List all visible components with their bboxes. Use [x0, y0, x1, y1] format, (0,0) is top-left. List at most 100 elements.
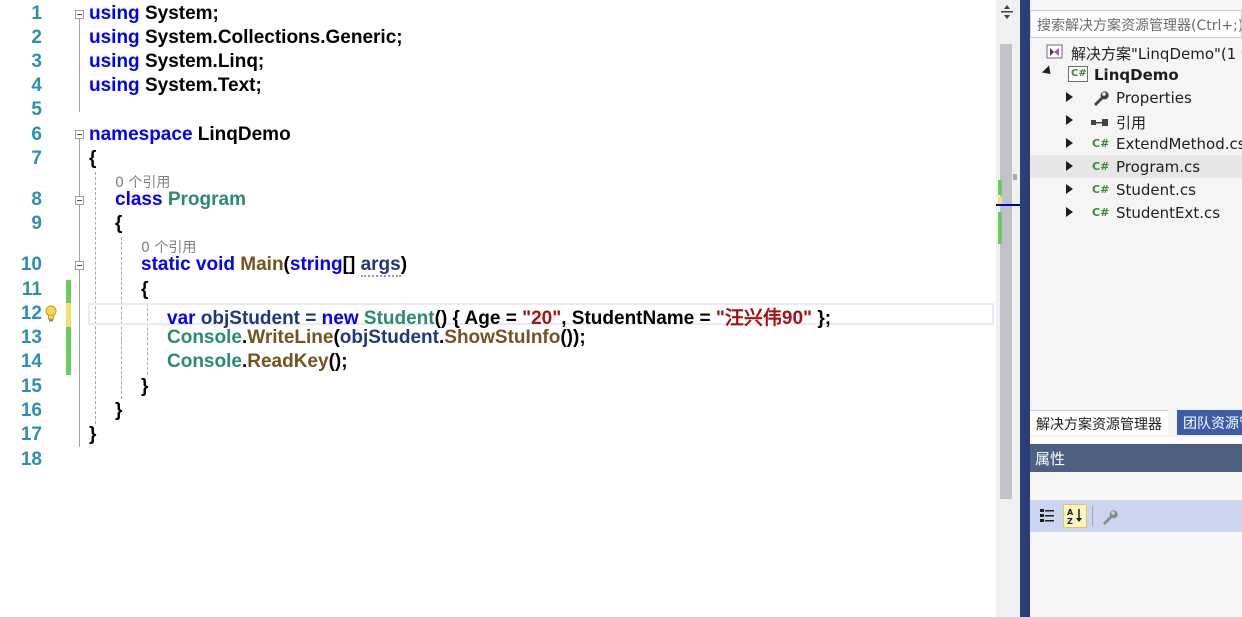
tree-item-file[interactable]: Program.cs	[1116, 158, 1200, 176]
outline-line	[79, 139, 80, 447]
collapse-toggle[interactable]	[75, 261, 84, 270]
code-editor[interactable]: 1 2 3 4 5 6 7 8 9 10 11 12 13 14 15 16 1…	[0, 0, 996, 617]
tab-team-explorer[interactable]: 团队资源管理器	[1177, 410, 1242, 435]
type-name: Console	[167, 351, 242, 372]
collapse-toggle[interactable]	[75, 130, 84, 139]
categorized-icon[interactable]	[1035, 504, 1059, 528]
collapse-toggle[interactable]	[75, 10, 84, 19]
variable-name: objStudent =	[195, 308, 322, 329]
tree-item-file[interactable]: Student.cs	[1116, 181, 1196, 199]
svg-text:A: A	[1067, 508, 1074, 517]
line-number: 5	[31, 99, 42, 120]
code-line-7[interactable]: {	[89, 148, 96, 170]
keyword: using	[89, 75, 140, 96]
csharp-file-icon: C#	[1092, 206, 1110, 219]
line-number: 17	[20, 424, 42, 445]
brace: {	[89, 148, 97, 169]
namespace-ref: System.Text;	[144, 75, 262, 96]
code-line-9[interactable]: {	[115, 213, 122, 235]
code-line-13[interactable]: Console.WriteLine(objStudent.ShowStuInfo…	[167, 327, 586, 349]
tab-solution-explorer[interactable]: 解决方案资源管理器	[1030, 410, 1168, 435]
scroll-map-marker	[998, 212, 1002, 244]
code-line-14[interactable]: Console.ReadKey();	[167, 351, 348, 373]
namespace-ref: System.Linq;	[144, 51, 265, 72]
collapsed-arrow-icon[interactable]	[1066, 92, 1073, 102]
code-line-2[interactable]: using System.Collections.Generic;	[89, 27, 403, 49]
property-pages-wrench-icon[interactable]	[1098, 504, 1122, 528]
punct: ();	[328, 351, 348, 372]
lightbulb-icon[interactable]	[44, 305, 58, 323]
properties-object-selector[interactable]	[1030, 472, 1242, 500]
code-line-4[interactable]: using System.Text;	[89, 75, 262, 97]
collapsed-arrow-icon[interactable]	[1066, 207, 1073, 217]
collapsed-arrow-icon[interactable]	[1066, 161, 1073, 171]
line-number: 14	[20, 351, 42, 372]
class-name: Program	[167, 189, 246, 210]
line-number: 9	[31, 213, 42, 234]
punct: () { Age =	[434, 308, 523, 329]
scrollbar-thumb[interactable]	[1000, 44, 1012, 499]
csharp-project-icon: C#	[1068, 66, 1088, 82]
split-handle-icon[interactable]	[1000, 4, 1014, 20]
brace: }	[115, 400, 123, 421]
line-number: 2	[31, 27, 42, 48]
code-line-11[interactable]: {	[141, 279, 148, 301]
namespace-ref: System.Collections.Generic;	[144, 27, 403, 48]
properties-toolbar: A Z	[1030, 500, 1242, 532]
tree-item-file[interactable]: ExtendMethod.cs	[1116, 135, 1242, 153]
type-name: Student	[363, 308, 435, 329]
code-line-3[interactable]: using System.Linq;	[89, 51, 264, 73]
code-line-1[interactable]: using System;	[89, 3, 219, 25]
references-icon	[1091, 114, 1109, 126]
svg-text:Z: Z	[1067, 517, 1073, 526]
punct: , StudentName =	[561, 308, 716, 329]
code-line-15[interactable]: }	[141, 376, 148, 398]
change-marker	[66, 303, 71, 327]
line-number: 18	[20, 449, 42, 470]
brace: {	[141, 279, 149, 300]
outline-line	[79, 19, 80, 112]
project-node[interactable]: LinqDemo	[1094, 66, 1179, 84]
keyword: new	[321, 308, 359, 329]
scroll-caret-marker	[996, 204, 1020, 206]
punct: };	[812, 308, 832, 329]
properties-grid	[1030, 532, 1242, 617]
line-number: 1	[31, 3, 42, 24]
code-line-8[interactable]: class Program	[115, 189, 246, 211]
code-line-17[interactable]: }	[89, 424, 96, 446]
tree-item-references[interactable]: 引用	[1116, 112, 1146, 133]
brace: }	[89, 424, 97, 445]
csharp-project-icon-label: C#	[1071, 68, 1087, 79]
tree-item-properties[interactable]: Properties	[1116, 89, 1192, 107]
code-line-6[interactable]: namespace LinqDemo	[89, 124, 291, 146]
code-line-16[interactable]: }	[115, 400, 122, 422]
method-name: WriteLine	[247, 327, 334, 348]
solution-node[interactable]: 解决方案"LinqDemo"(1 个项目)	[1071, 43, 1242, 64]
keyword: void	[195, 254, 235, 275]
tree-item-file[interactable]: StudentExt.cs	[1116, 204, 1220, 222]
alphabetical-sort-icon[interactable]: A Z	[1063, 504, 1087, 528]
brace: {	[115, 213, 123, 234]
code-line-12[interactable]: var objStudent = new Student() { Age = "…	[167, 303, 831, 330]
method-name: ShowStuInfo	[444, 327, 561, 348]
parameter-name: args	[360, 254, 401, 277]
collapse-toggle[interactable]	[75, 196, 84, 205]
collapsed-arrow-icon[interactable]	[1066, 184, 1073, 194]
string-literal: "汪兴伟90"	[715, 308, 813, 329]
brace: }	[141, 376, 149, 397]
panel-splitter[interactable]	[1020, 0, 1030, 617]
change-marker	[66, 327, 71, 375]
keyword: var	[167, 308, 196, 329]
method-name: Main	[240, 254, 284, 275]
code-line-10[interactable]: static void Main(string[] args)	[141, 254, 408, 277]
editor-vertical-scrollbar[interactable]	[996, 0, 1020, 617]
collapsed-arrow-icon[interactable]	[1066, 138, 1073, 148]
punct: )	[400, 254, 408, 275]
keyword: class	[115, 189, 163, 210]
solution-search-input[interactable]: 搜索解决方案资源管理器(Ctrl+;)	[1030, 10, 1242, 38]
collapsed-arrow-icon[interactable]	[1066, 115, 1073, 125]
line-number: 3	[31, 51, 42, 72]
keyword: string	[289, 254, 343, 275]
solution-icon	[1046, 43, 1064, 59]
keyword: static	[141, 254, 191, 275]
